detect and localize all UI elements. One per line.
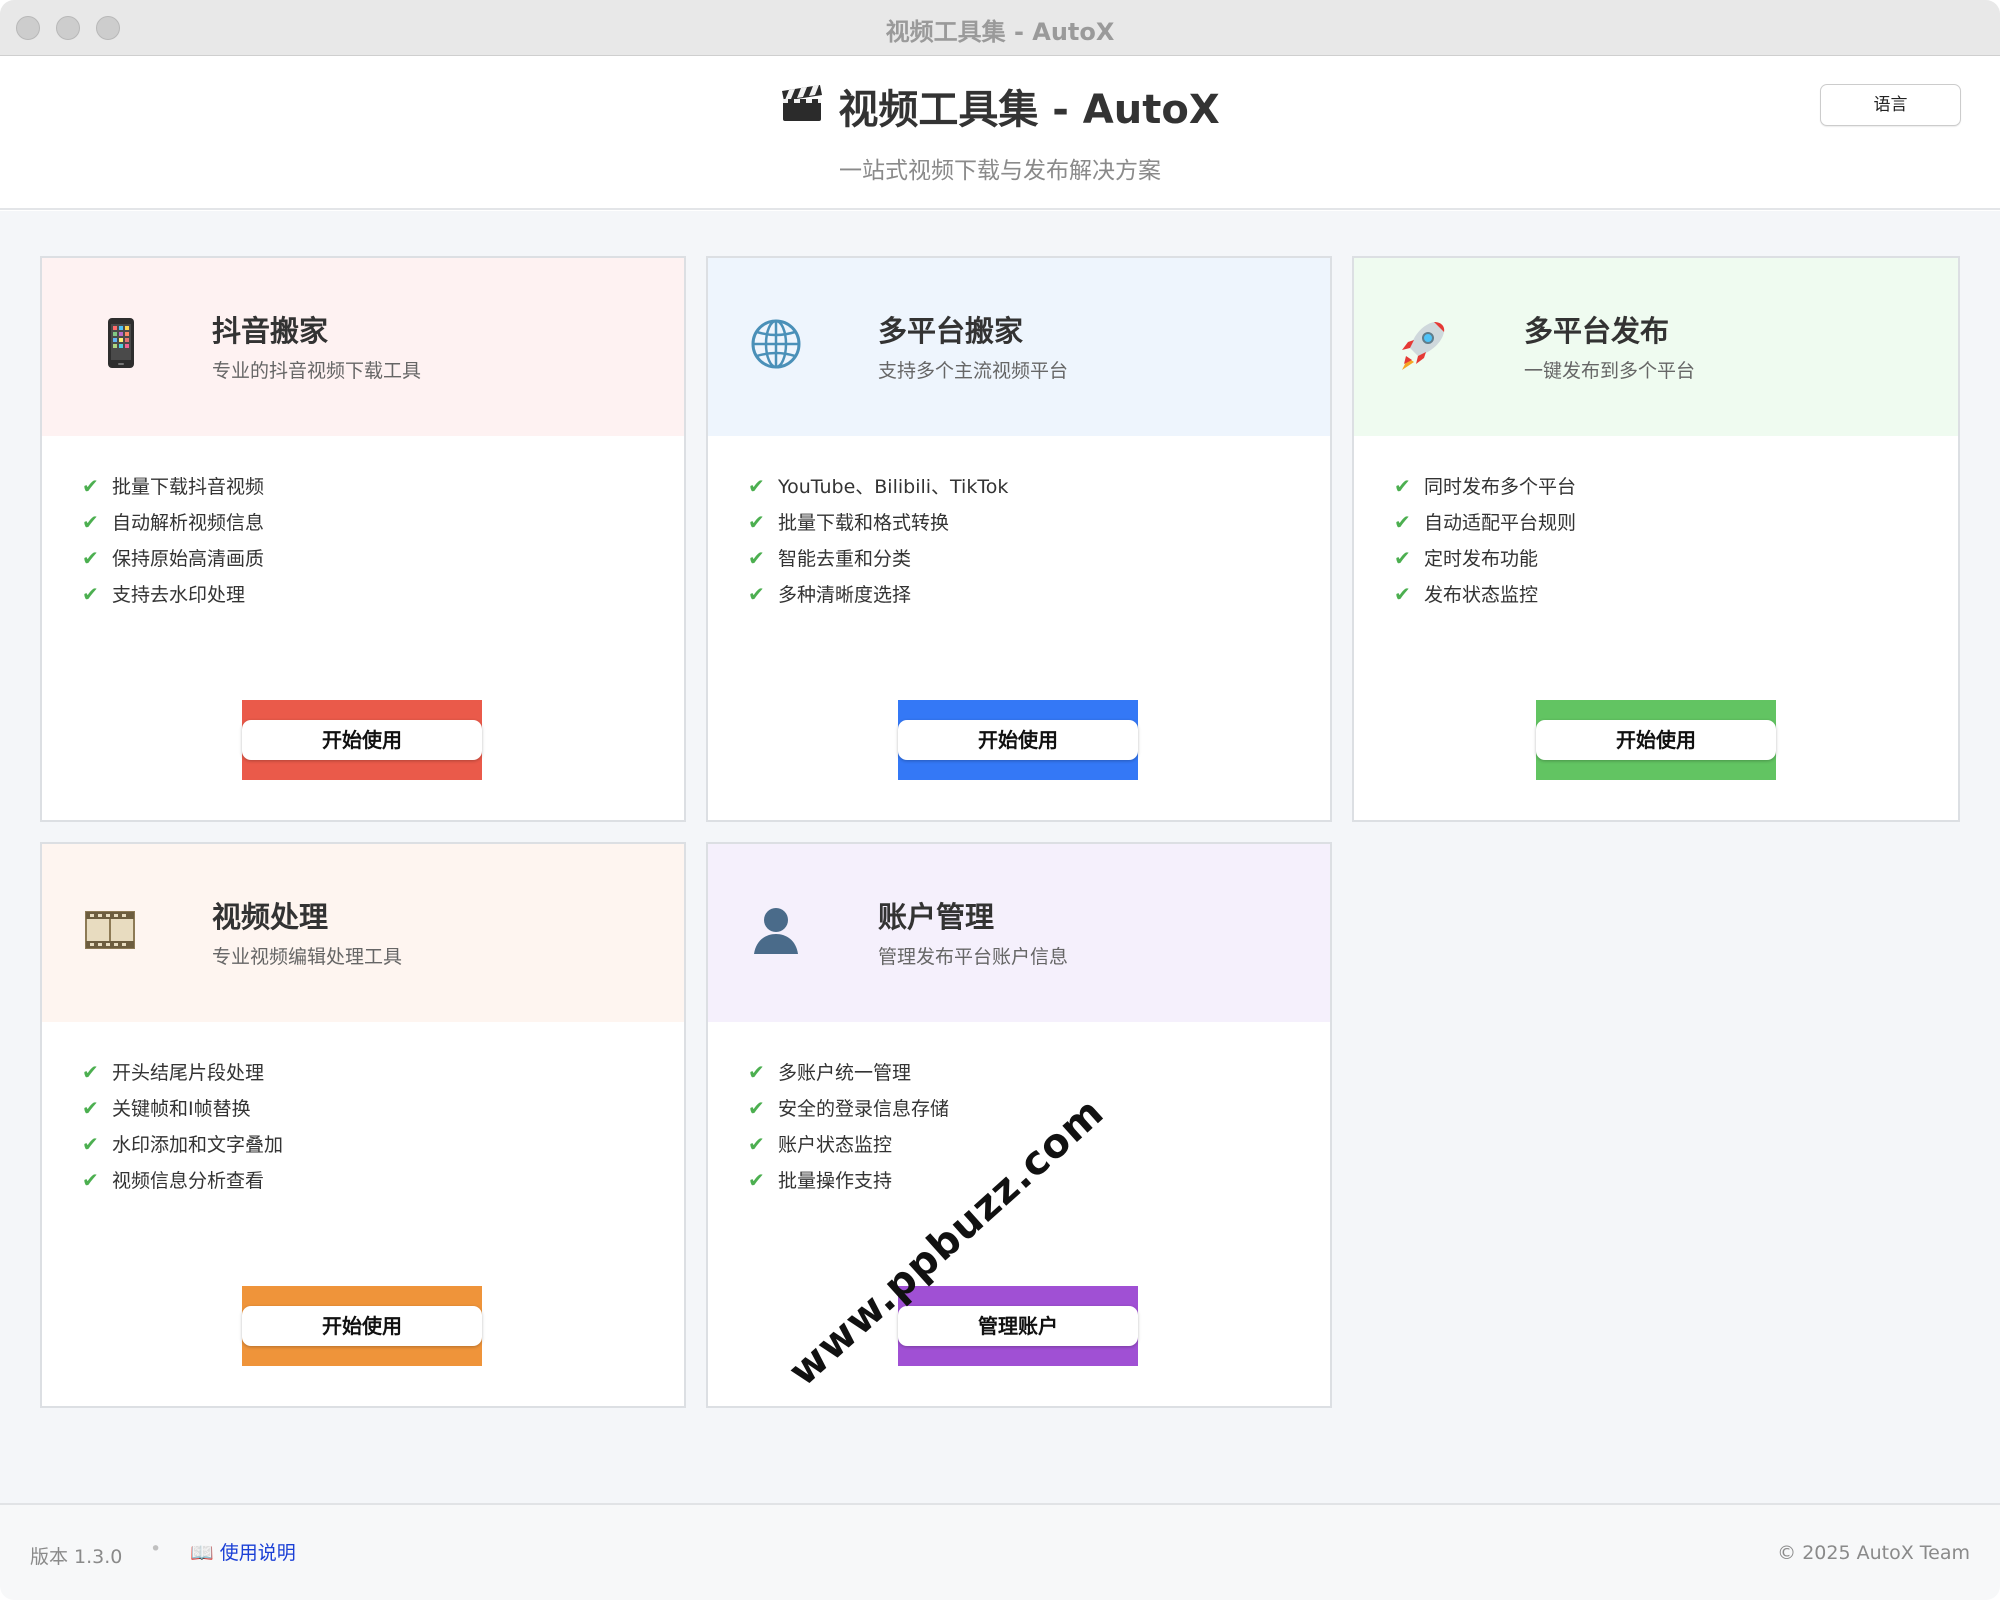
feature-list: ✔ 多账户统一管理 ✔ 安全的登录信息存储 ✔ 账户状态监控 ✔ 批量操作支持 <box>748 1054 949 1198</box>
feature-list: ✔ 批量下载抖音视频 ✔ 自动解析视频信息 ✔ 保持原始高清画质 ✔ 支持去水印处理 <box>82 468 264 612</box>
feature-item: ✔ 多种清晰度选择 <box>748 576 1008 612</box>
checkmark-icon: ✔ <box>1394 582 1411 606</box>
checkmark-icon: ✔ <box>748 1168 765 1192</box>
app-footer: 版本 1.3.0 • 📖 使用说明 © 2025 AutoX Team <box>0 1503 2000 1600</box>
tool-card-douyin: 抖音搬家 专业的抖音视频下载工具 ✔ 批量下载抖音视频 ✔ 自动解析视频信息 ✔ 保持… <box>40 256 686 822</box>
feature-item: ✔ 开头结尾片段处理 <box>82 1054 283 1090</box>
manage-accounts-button[interactable]: 管理账户 <box>898 1286 1138 1366</box>
checkmark-icon: ✔ <box>82 582 99 606</box>
card-description: 一键发布到多个平台 <box>1524 360 1696 382</box>
card-header: 账户管理 管理发布平台账户信息 <box>708 844 1330 1022</box>
card-title: 多平台搬家 <box>878 314 1024 348</box>
feature-item: ✔ 智能去重和分类 <box>748 540 1008 576</box>
book-icon: 📖 <box>190 1542 214 1564</box>
feature-item: ✔ 水印添加和文字叠加 <box>82 1126 283 1162</box>
card-description: 专业的抖音视频下载工具 <box>212 360 422 382</box>
card-header: 视频处理 专业视频编辑处理工具 <box>42 844 684 1022</box>
manage-accounts-label[interactable]: 管理账户 <box>898 1306 1138 1346</box>
tool-card-publish: 多平台发布 一键发布到多个平台 ✔ 同时发布多个平台 ✔ 自动适配平台规则 ✔ 定时发… <box>1352 256 1960 822</box>
feature-item: ✔ 批量下载和格式转换 <box>748 504 1008 540</box>
app-header: 视频工具集 - AutoX 一站式视频下载与发布解决方案 语言 <box>0 57 2000 210</box>
start-button-label[interactable]: 开始使用 <box>898 720 1138 760</box>
page-title: 视频工具集 - AutoX <box>0 77 2000 135</box>
window-title: 视频工具集 - AutoX <box>885 18 1115 46</box>
user-silhouette-icon <box>748 902 804 958</box>
feature-item: ✔ 支持去水印处理 <box>82 576 264 612</box>
card-header: 多平台发布 一键发布到多个平台 <box>1354 258 1958 436</box>
start-button-douyin[interactable]: 开始使用 <box>242 700 482 780</box>
help-link-label[interactable]: 使用说明 <box>220 1542 296 1564</box>
language-button[interactable]: 语言 <box>1820 84 1961 126</box>
feature-item: ✔ 账户状态监控 <box>748 1126 949 1162</box>
rocket-icon <box>1394 316 1450 372</box>
feature-item: ✔ 批量下载抖音视频 <box>82 468 264 504</box>
globe-icon <box>748 316 804 372</box>
feature-item: ✔ 安全的登录信息存储 <box>748 1090 949 1126</box>
start-button-video-processing[interactable]: 开始使用 <box>242 1286 482 1366</box>
start-button-label[interactable]: 开始使用 <box>242 1306 482 1346</box>
checkmark-icon: ✔ <box>82 546 99 570</box>
version-label: 版本 1.3.0 <box>30 1546 123 1568</box>
checkmark-icon: ✔ <box>82 1132 99 1156</box>
card-header: 抖音搬家 专业的抖音视频下载工具 <box>42 258 684 436</box>
help-link[interactable]: 📖 使用说明 <box>190 1538 296 1565</box>
checkmark-icon: ✔ <box>1394 510 1411 534</box>
card-description: 支持多个主流视频平台 <box>878 360 1069 382</box>
card-title: 账户管理 <box>878 900 995 934</box>
feature-item: ✔ YouTube、Bilibili、TikTok <box>748 468 1008 504</box>
feature-item: ✔ 关键帧和I帧替换 <box>82 1090 283 1126</box>
clapperboard-icon <box>780 85 824 133</box>
feature-item: ✔ 自动适配平台规则 <box>1394 504 1576 540</box>
footer-separator: • <box>150 1538 162 1560</box>
feature-item: ✔ 视频信息分析查看 <box>82 1162 283 1198</box>
copyright-text: © 2025 AutoX Team <box>1777 1542 1970 1564</box>
checkmark-icon: ✔ <box>748 474 765 498</box>
feature-item: ✔ 批量操作支持 <box>748 1162 949 1198</box>
card-title: 抖音搬家 <box>212 314 329 348</box>
app-window: 视频工具集 - AutoX 视频工具集 - AutoX 一站式视频下载与发布解决… <box>0 0 2000 1600</box>
card-title: 多平台发布 <box>1524 314 1670 348</box>
feature-item: ✔ 同时发布多个平台 <box>1394 468 1576 504</box>
page-title-text: 视频工具集 - AutoX <box>838 87 1220 133</box>
checkmark-icon: ✔ <box>748 582 765 606</box>
card-description: 管理发布平台账户信息 <box>878 946 1069 968</box>
tool-card-video-processing: 视频处理 专业视频编辑处理工具 ✔ 开头结尾片段处理 ✔ 关键帧和I帧替换 ✔ 水印添… <box>40 842 686 1408</box>
checkmark-icon: ✔ <box>1394 546 1411 570</box>
title-bar: 视频工具集 - AutoX <box>0 0 2000 56</box>
start-button-label[interactable]: 开始使用 <box>1536 720 1776 760</box>
feature-list: ✔ 同时发布多个平台 ✔ 自动适配平台规则 ✔ 定时发布功能 ✔ 发布状态监控 <box>1394 468 1576 612</box>
checkmark-icon: ✔ <box>82 1168 99 1192</box>
checkmark-icon: ✔ <box>82 1060 99 1084</box>
card-description: 专业视频编辑处理工具 <box>212 946 403 968</box>
start-button-label[interactable]: 开始使用 <box>242 720 482 760</box>
start-button-publish[interactable]: 开始使用 <box>1536 700 1776 780</box>
start-button-multi-platform[interactable]: 开始使用 <box>898 700 1138 780</box>
mobile-phone-icon <box>92 316 148 372</box>
feature-item: ✔ 定时发布功能 <box>1394 540 1576 576</box>
feature-item: ✔ 自动解析视频信息 <box>82 504 264 540</box>
tools-grid: 抖音搬家 专业的抖音视频下载工具 ✔ 批量下载抖音视频 ✔ 自动解析视频信息 ✔ 保持… <box>0 211 2000 1503</box>
feature-item: ✔ 保持原始高清画质 <box>82 540 264 576</box>
checkmark-icon: ✔ <box>82 474 99 498</box>
checkmark-icon: ✔ <box>748 1096 765 1120</box>
feature-list: ✔ YouTube、Bilibili、TikTok ✔ 批量下载和格式转换 ✔ 智能去… <box>748 468 1008 612</box>
checkmark-icon: ✔ <box>748 546 765 570</box>
card-header: 多平台搬家 支持多个主流视频平台 <box>708 258 1330 436</box>
tool-card-multi-platform: 多平台搬家 支持多个主流视频平台 ✔ YouTube、Bilibili、TikTo… <box>706 256 1332 822</box>
checkmark-icon: ✔ <box>82 1096 99 1120</box>
feature-list: ✔ 开头结尾片段处理 ✔ 关键帧和I帧替换 ✔ 水印添加和文字叠加 ✔ 视频信息分析查看 <box>82 1054 283 1198</box>
checkmark-icon: ✔ <box>748 510 765 534</box>
checkmark-icon: ✔ <box>1394 474 1411 498</box>
feature-item: ✔ 多账户统一管理 <box>748 1054 949 1090</box>
film-reel-icon <box>82 902 138 958</box>
card-title: 视频处理 <box>212 900 329 934</box>
tool-card-account: 账户管理 管理发布平台账户信息 ✔ 多账户统一管理 ✔ 安全的登录信息存储 ✔ 账户状… <box>706 842 1332 1408</box>
checkmark-icon: ✔ <box>82 510 99 534</box>
page-subtitle: 一站式视频下载与发布解决方案 <box>839 158 1161 184</box>
checkmark-icon: ✔ <box>748 1060 765 1084</box>
feature-item: ✔ 发布状态监控 <box>1394 576 1576 612</box>
checkmark-icon: ✔ <box>748 1132 765 1156</box>
